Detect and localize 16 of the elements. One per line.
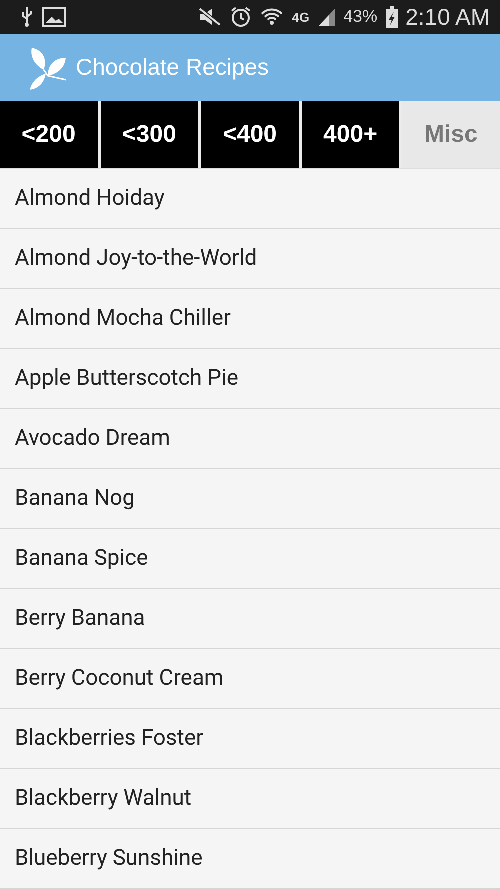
battery-icon: [386, 6, 398, 28]
alarm-icon: [230, 6, 252, 28]
tab[interactable]: <200: [0, 101, 98, 168]
tab[interactable]: <400: [201, 101, 299, 168]
tab[interactable]: <300: [100, 101, 198, 168]
app-title: Chocolate Recipes: [76, 54, 270, 81]
signal-icon: [318, 7, 336, 27]
network-label: 4G: [292, 10, 310, 24]
leaf-icon: [28, 46, 68, 90]
mute-icon: [198, 7, 222, 27]
battery-percent: 43%: [344, 7, 378, 27]
wifi-icon: [260, 6, 284, 28]
tab[interactable]: 400+: [302, 101, 400, 168]
clock: 2:10 AM: [406, 4, 490, 30]
usb-icon: [20, 6, 34, 28]
image-icon: [42, 7, 66, 27]
